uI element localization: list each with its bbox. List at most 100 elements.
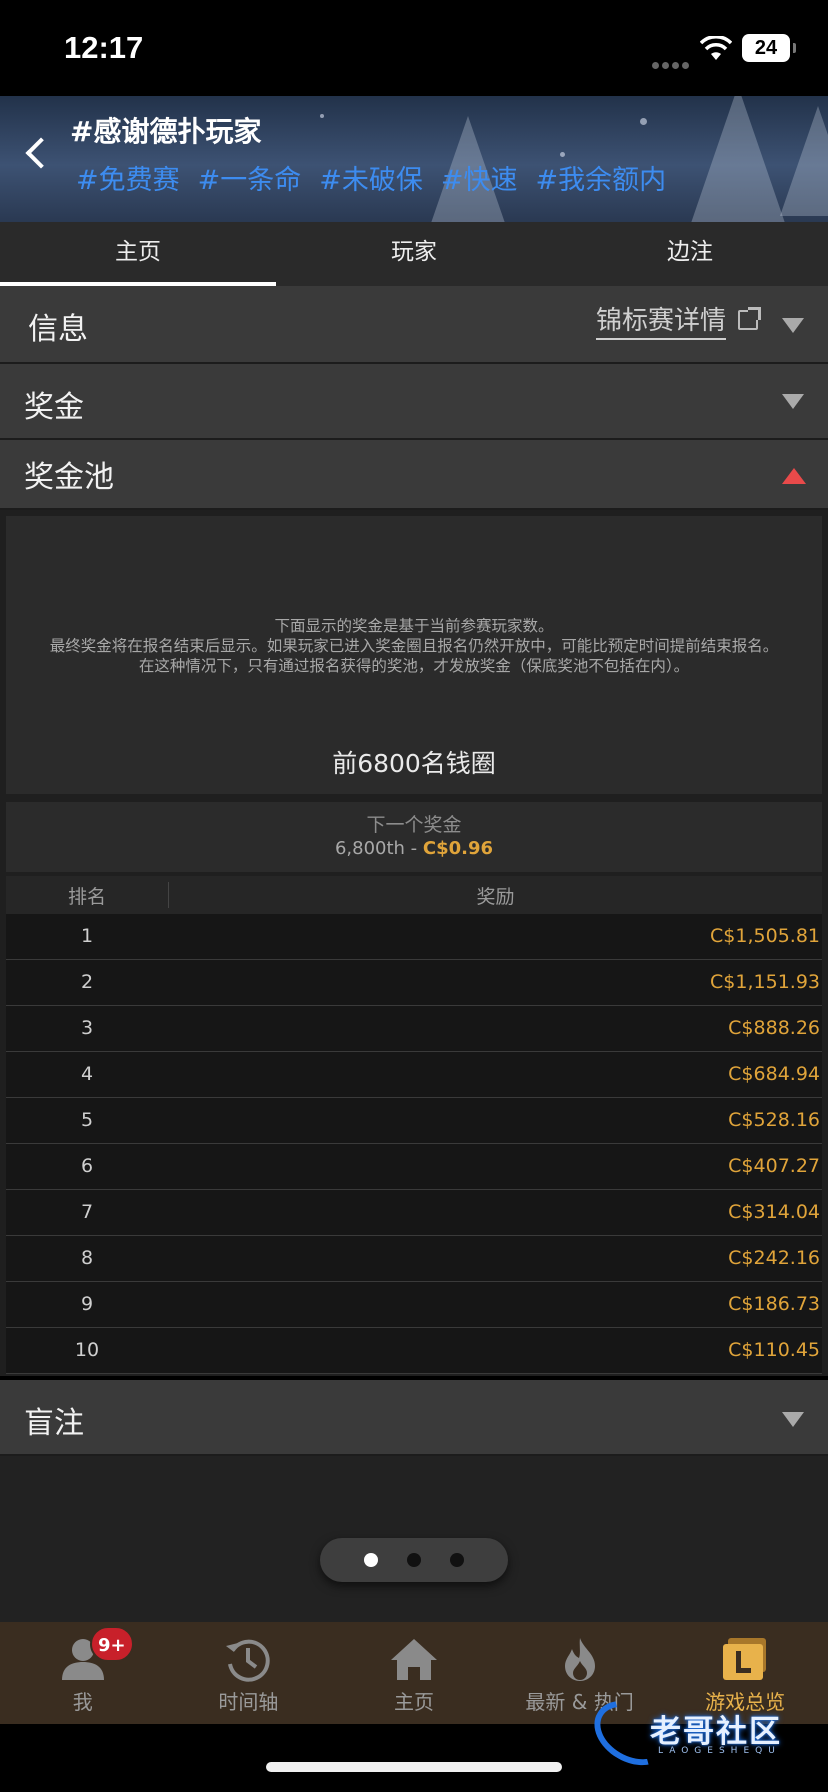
tournament-tags: #免费赛 #一条命 #未破保 #快速 #我余额内 [76, 158, 666, 197]
nav-label: 我 [72, 1690, 93, 1714]
tab-side-bets[interactable]: 边注 [552, 222, 828, 286]
external-link-icon[interactable] [738, 307, 761, 330]
watermark-logo: 老哥社区 LAOGESHEQU [582, 1687, 816, 1779]
decor-tree [780, 106, 828, 216]
rank-cell: 2 [80, 971, 94, 993]
page-dot [364, 1553, 378, 1567]
section-prize[interactable]: 奖金 [0, 364, 828, 440]
home-indicator[interactable] [266, 1762, 562, 1772]
column-prize: 奖励 [476, 886, 515, 908]
tournament-details-link[interactable]: 锦标赛详情 [596, 304, 727, 340]
rank-cell: 4 [80, 1063, 94, 1085]
rank-cell: 3 [80, 1017, 94, 1039]
fire-icon [564, 1638, 595, 1681]
rank-cell: 6 [80, 1155, 94, 1177]
notice-line: 在这种情况下，只有通过报名获得的奖池，才发放奖金（保底奖池不包括在内）。 [138, 657, 690, 675]
money-circle-text: 前6800名钱圈 [332, 749, 496, 778]
home-icon [390, 1639, 437, 1680]
prize-cell: C$528.16 [728, 1109, 820, 1131]
section-info-title: 信息 [28, 312, 88, 347]
watermark-text: 老哥社区 [650, 1714, 782, 1750]
notice-line: 最终奖金将在报名结束后显示。如果玩家已进入奖金圈且报名仍然开放中，可能比预定时间… [49, 637, 779, 655]
table-row: 10 C$110.45 [6, 1328, 822, 1374]
tag[interactable]: #我余额内 [536, 158, 667, 197]
next-payout-amount: C$0.96 [422, 838, 494, 859]
rank-cell: 5 [80, 1109, 94, 1131]
watermark-subtext: LAOGESHEQU [658, 1746, 781, 1756]
prize-pool-content: 下面显示的奖金是基于当前参赛玩家数。 最终奖金将在报名结束后显示。如果玩家已进入… [0, 510, 828, 1376]
decor-snow [640, 118, 647, 125]
tab-players[interactable]: 玩家 [276, 222, 552, 286]
tab-bar: 主页 玩家 边注 [0, 222, 828, 286]
section-prize-title: 奖金 [24, 390, 84, 425]
section-info[interactable]: 信息 锦标赛详情 [0, 286, 828, 364]
prize-cell: C$186.73 [728, 1293, 820, 1315]
tag[interactable]: #未破保 [319, 158, 423, 197]
next-payout-label: 下一个奖金 [366, 814, 462, 836]
nav-label: 主页 [393, 1690, 434, 1714]
cellular-signal-icon [652, 54, 692, 73]
table-row: 3 C$888.26 [6, 1006, 822, 1052]
chevron-down-icon[interactable] [782, 394, 804, 409]
chevron-up-icon[interactable] [782, 468, 806, 484]
games-overview-icon [723, 1638, 767, 1680]
page-dot [450, 1553, 464, 1567]
tournament-title: #感谢德扑玩家 [70, 115, 262, 148]
column-rank: 排名 [67, 886, 106, 908]
table-row: 8 C$242.16 [6, 1236, 822, 1282]
nav-me[interactable]: 9+ 我 [0, 1622, 166, 1724]
section-prize-pool-title: 奖金池 [24, 460, 114, 495]
tab-home[interactable]: 主页 [0, 222, 276, 286]
decor-snow [320, 114, 324, 118]
rank-cell: 7 [80, 1201, 94, 1223]
prize-cell: C$888.26 [728, 1017, 820, 1039]
wifi-icon [700, 36, 732, 60]
tag[interactable]: #免费赛 [76, 158, 180, 197]
prize-cell: C$110.45 [728, 1339, 820, 1361]
table-row: 5 C$528.16 [6, 1098, 822, 1144]
table-row: 2 C$1,151.93 [6, 960, 822, 1006]
prize-cell: C$407.27 [728, 1155, 820, 1177]
table-row: 6 C$407.27 [6, 1144, 822, 1190]
table-row: 4 C$684.94 [6, 1052, 822, 1098]
section-blinds[interactable]: 盲注 [0, 1380, 828, 1456]
decor-tree [690, 96, 786, 222]
payout-table-header: 排名 奖励 [6, 876, 822, 914]
table-row: 1 C$1,505.81 [6, 914, 822, 960]
tag[interactable]: #一条命 [198, 158, 302, 197]
payout-notice: 下面显示的奖金是基于当前参赛玩家数。 最终奖金将在报名结束后显示。如果玩家已进入… [6, 516, 822, 794]
prize-cell: C$242.16 [728, 1247, 820, 1269]
next-payout-value: 6,800th - C$0.96 [6, 838, 822, 859]
more-options-button[interactable] [320, 1538, 508, 1582]
payout-table: 1 C$1,505.81 2 C$1,151.93 3 C$888.26 4 C$684… [6, 914, 822, 1374]
table-row: 9 C$186.73 [6, 1282, 822, 1328]
nav-label: 时间轴 [218, 1690, 279, 1714]
status-time: 12:17 [64, 30, 144, 65]
history-icon [226, 1639, 271, 1682]
notification-badge: 9+ [90, 1626, 134, 1662]
rank-cell: 10 [74, 1339, 100, 1361]
rank-cell: 1 [80, 925, 94, 947]
notice-line: 下面显示的奖金是基于当前参赛玩家数。 [274, 617, 554, 635]
nav-timeline[interactable]: 时间轴 [166, 1622, 332, 1724]
chevron-down-icon[interactable] [782, 1412, 804, 1427]
page-dot [407, 1553, 421, 1567]
next-payout-rank: 6,800th - [334, 838, 423, 859]
rank-cell: 9 [80, 1293, 94, 1315]
nav-home[interactable]: 主页 [331, 1622, 497, 1724]
table-row: 7 C$314.04 [6, 1190, 822, 1236]
section-blinds-title: 盲注 [24, 1406, 84, 1441]
prize-cell: C$1,505.81 [710, 925, 820, 947]
section-prize-pool[interactable]: 奖金池 [0, 440, 828, 510]
chevron-down-icon[interactable] [782, 318, 804, 333]
battery-icon: 24 [742, 34, 796, 62]
prize-cell: C$1,151.93 [710, 971, 820, 993]
prize-cell: C$314.04 [728, 1201, 820, 1223]
back-icon[interactable] [22, 134, 52, 174]
tag[interactable]: #快速 [441, 158, 518, 197]
prize-cell: C$684.94 [728, 1063, 820, 1085]
next-payout-box: 下一个奖金 6,800th - C$0.96 [6, 802, 822, 872]
decor-snow [560, 152, 565, 157]
rank-cell: 8 [80, 1247, 94, 1269]
status-bar: 12:17 24 [0, 0, 828, 96]
